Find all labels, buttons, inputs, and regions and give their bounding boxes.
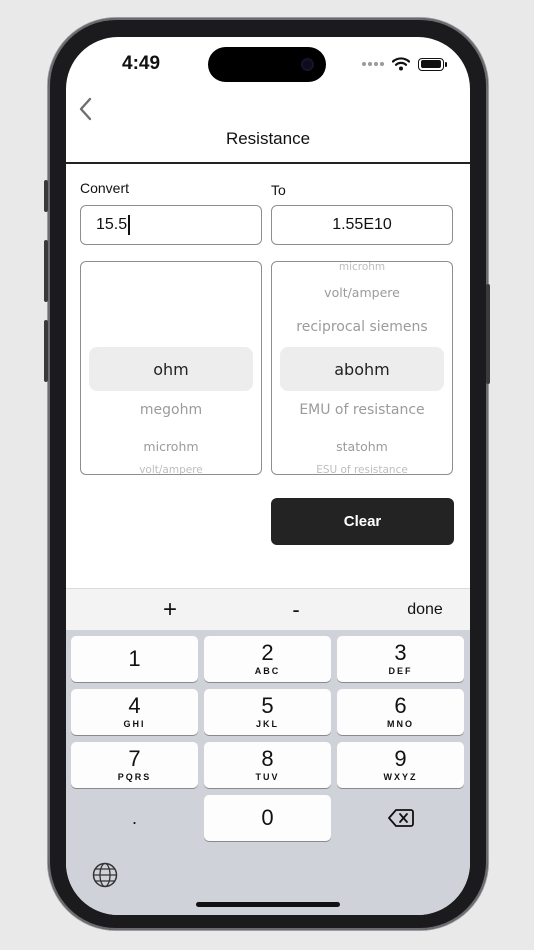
picker-row[interactable]: volt/ampere <box>81 464 261 474</box>
picker-row[interactable]: volt/ampere <box>272 285 452 300</box>
key-digit: 3 <box>394 640 407 665</box>
to-value-text: 1.55E10 <box>332 216 392 233</box>
key-letters: JKL <box>255 719 279 729</box>
volume-up-button <box>44 240 48 302</box>
picker-row[interactable]: microhm <box>81 439 261 454</box>
picker-row-selected[interactable]: abohm <box>272 360 452 379</box>
picker-row-selected[interactable]: ohm <box>81 360 261 379</box>
picker-row[interactable]: ESU of resistance <box>272 464 452 474</box>
battery-icon <box>418 57 447 71</box>
volume-down-button <box>44 320 48 382</box>
page-title: Resistance <box>225 129 311 148</box>
key-letters: DEF <box>388 666 413 676</box>
key-3[interactable]: 3 DEF <box>337 636 464 682</box>
wifi-icon <box>392 57 410 71</box>
picker-row[interactable]: statohm <box>272 439 452 454</box>
globe-icon[interactable] <box>92 862 118 888</box>
keyboard-toolbar: + - done <box>66 588 470 631</box>
key-decimal[interactable]: . <box>71 795 198 841</box>
status-time: 4:49 <box>122 53 161 74</box>
nav-divider <box>66 162 470 164</box>
key-0[interactable]: 0 <box>204 795 331 841</box>
signal-icon <box>362 62 384 66</box>
key-digit: 6 <box>394 693 407 718</box>
key-9[interactable]: 9 WXYZ <box>337 742 464 788</box>
minus-button[interactable]: - <box>272 589 320 631</box>
key-digit: 8 <box>261 746 274 771</box>
key-digit: 2 <box>261 640 274 665</box>
key-letters: TUV <box>255 772 280 782</box>
delete-key[interactable] <box>337 795 464 841</box>
to-unit-picker[interactable]: microhm volt/ampere reciprocal siemens a… <box>271 261 453 475</box>
numeric-keypad: 1 2 ABC 3 DEF 4 GHI 5 JKL 6 MNO 7 PQRS 8 TUV 9W… <box>66 630 470 915</box>
key-digit: 5 <box>261 693 274 718</box>
from-unit-picker[interactable]: ohm megohm microhm volt/ampere <box>80 261 262 475</box>
to-value-field[interactable]: 1.55E10 <box>271 205 453 245</box>
backspace-icon <box>387 809 414 827</box>
to-label: To <box>271 182 286 198</box>
key-digit: 0 <box>261 805 274 830</box>
key-1[interactable]: 1 <box>71 636 198 682</box>
key-7[interactable]: 7 PQRS <box>71 742 198 788</box>
picker-row[interactable]: microhm <box>272 262 452 273</box>
key-digit: 9 <box>394 746 407 771</box>
key-digit: 1 <box>128 646 141 671</box>
action-button <box>44 180 48 212</box>
power-button <box>486 284 490 384</box>
key-letters: WXYZ <box>383 772 418 782</box>
key-5[interactable]: 5 JKL <box>204 689 331 735</box>
key-8[interactable]: 8 TUV <box>204 742 331 788</box>
status-icons <box>362 57 447 71</box>
home-indicator[interactable] <box>196 902 340 907</box>
key-2[interactable]: 2 ABC <box>204 636 331 682</box>
key-letters: GHI <box>123 719 146 729</box>
key-digit: 7 <box>128 746 141 771</box>
plus-button[interactable]: + <box>146 589 194 631</box>
key-digit: . <box>131 808 137 828</box>
dynamic-island <box>208 47 326 82</box>
key-6[interactable]: 6 MNO <box>337 689 464 735</box>
clear-button[interactable]: Clear <box>271 498 454 545</box>
key-4[interactable]: 4 GHI <box>71 689 198 735</box>
key-letters: ABC <box>254 666 281 676</box>
picker-row[interactable]: megohm <box>81 402 261 418</box>
screen: 4:49 Resistance Convert To 15.5 1.55E10 … <box>66 37 470 915</box>
text-caret <box>128 215 130 235</box>
picker-row[interactable]: reciprocal siemens <box>272 319 452 335</box>
picker-row[interactable]: EMU of resistance <box>272 402 452 418</box>
from-value-text: 15.5 <box>96 216 128 233</box>
camera-icon <box>301 58 314 71</box>
done-button[interactable]: done <box>396 589 454 631</box>
key-letters: PQRS <box>117 772 152 782</box>
from-value-input[interactable]: 15.5 <box>80 205 262 245</box>
back-chevron-icon[interactable] <box>76 95 96 123</box>
key-digit: 4 <box>128 693 141 718</box>
convert-label: Convert <box>80 180 130 196</box>
key-letters: MNO <box>387 719 414 729</box>
